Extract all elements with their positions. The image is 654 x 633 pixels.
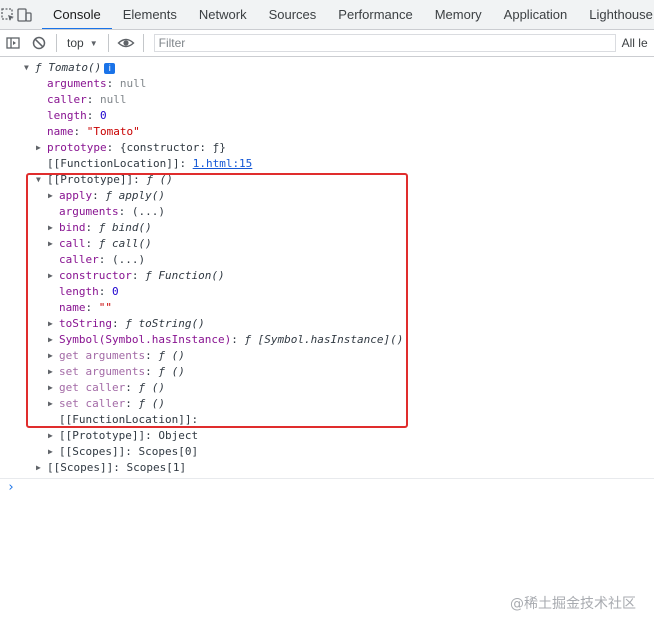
key-separator: :: [113, 461, 127, 474]
tab-application[interactable]: Application: [493, 0, 579, 29]
key-separator: :: [106, 77, 120, 90]
tree-row[interactable]: ▶ [[Scopes]]: Scopes[1]: [36, 460, 186, 476]
property-key: [[Scopes]]: [59, 445, 126, 458]
collapsed-arrow-icon[interactable]: ▶: [36, 140, 47, 156]
tree-row: ▶arguments: null: [36, 76, 146, 92]
sidebar-toggle-icon[interactable]: [0, 30, 26, 56]
expanded-arrow-icon[interactable]: ▼: [24, 60, 35, 76]
tree-row[interactable]: ▶ [[Scopes]]: Scopes[0]: [48, 444, 198, 460]
device-toolbar-icon[interactable]: [16, 0, 32, 29]
property-value: 0: [100, 109, 107, 122]
context-label: top: [67, 36, 84, 50]
property-value: null: [119, 77, 147, 90]
tab-lighthouse[interactable]: Lighthouse: [578, 0, 654, 29]
info-icon[interactable]: i: [104, 63, 116, 74]
toolbar-divider: [107, 34, 109, 52]
source-link[interactable]: 1.html:15: [193, 157, 253, 170]
key-separator: :: [145, 429, 159, 442]
property-value: Scopes[1]: [126, 461, 187, 474]
property-key: [[Scopes]]: [47, 461, 114, 474]
watermark: @稀土掘金技术社区: [510, 596, 636, 612]
collapsed-arrow-icon[interactable]: ▶: [36, 460, 47, 476]
collapsed-arrow-icon[interactable]: ▶: [48, 428, 59, 444]
tab-elements[interactable]: Elements: [112, 0, 188, 29]
property-value: null: [100, 93, 127, 106]
property-key: prototype: [47, 141, 107, 154]
property-value: {constructor: ƒ}: [119, 141, 226, 154]
tab-console[interactable]: Console: [42, 0, 112, 29]
property-key: name: [47, 125, 74, 138]
property-key: length: [47, 109, 87, 122]
tab-network[interactable]: Network: [188, 0, 258, 29]
tree-row[interactable]: ▶ [[Prototype]]: Object: [48, 428, 198, 444]
toolbar-divider: [56, 34, 57, 52]
context-selector[interactable]: top ▼: [61, 36, 104, 50]
property-value: "Tomato": [86, 125, 140, 138]
tab-performance[interactable]: Performance: [327, 0, 423, 29]
clear-console-icon[interactable]: [26, 30, 52, 56]
tree-row[interactable]: ▶ prototype: {constructor: ƒ}: [36, 140, 226, 156]
property-value: Object: [158, 429, 199, 442]
console-prompt-row[interactable]: ›: [0, 478, 654, 499]
tab-memory[interactable]: Memory: [424, 0, 493, 29]
live-expression-eye-icon[interactable]: [113, 30, 139, 56]
property-key: arguments: [47, 77, 107, 90]
property-key: [[Prototype]]: [59, 429, 146, 442]
collapsed-arrow-icon[interactable]: ▶: [48, 444, 59, 460]
key-separator: :: [125, 445, 139, 458]
tree-row: ▶caller: null: [36, 92, 127, 108]
toolbar-divider: [142, 34, 144, 52]
tree-row: ▶name: "Tomato": [36, 124, 140, 140]
property-key: [[FunctionLocation]]: [47, 157, 180, 170]
function-glyph: ƒ: [35, 61, 42, 74]
key-separator: :: [73, 125, 87, 138]
key-separator: :: [86, 109, 100, 122]
tab-sources[interactable]: Sources: [258, 0, 328, 29]
prototype-highlight-box: [26, 173, 408, 428]
tree-row: ▶length: 0: [36, 108, 107, 124]
devtools-tab-bar: Console Elements Network Sources Perform…: [0, 0, 654, 30]
console-prompt-icon: ›: [7, 480, 15, 495]
property-value: Scopes[0]: [138, 445, 199, 458]
key-separator: :: [179, 157, 193, 170]
property-key: caller: [47, 93, 87, 106]
property-value: Tomato(): [48, 61, 102, 74]
console-toolbar: top ▼ All le: [0, 30, 654, 57]
tree-row[interactable]: ▼ ƒ Tomato() i: [24, 60, 116, 76]
filter-input[interactable]: [153, 34, 616, 52]
tree-row: ▶[[FunctionLocation]]: 1.html:15: [36, 156, 252, 172]
inspect-element-icon[interactable]: [0, 0, 16, 29]
key-separator: :: [86, 93, 100, 106]
log-levels-dropdown[interactable]: All le: [622, 36, 648, 50]
key-separator: :: [106, 141, 120, 154]
dropdown-caret-icon: ▼: [89, 38, 98, 48]
